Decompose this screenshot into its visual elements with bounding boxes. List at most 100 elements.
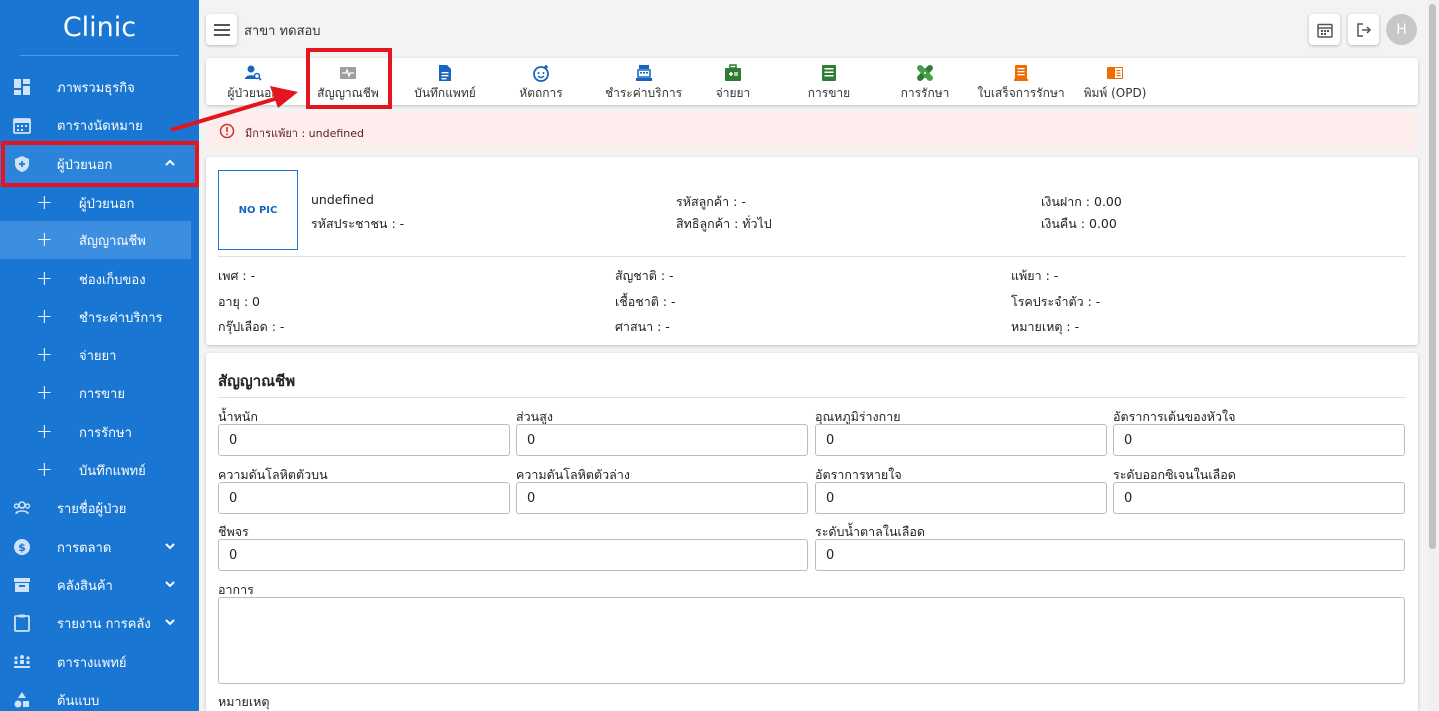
plus-icon: + [36,380,53,404]
patient-card: NO PIC undefined รหัสประชาชน : - รหัสลูก… [206,157,1418,345]
plus-icon: + [36,227,53,251]
plus-icon: + [36,304,53,328]
sidebar-subitem-payment[interactable]: + ชำระค่าบริการ [0,298,191,336]
sidebar-subitem-doctor-notes[interactable]: + บันทึกแพทย์ [0,451,191,489]
tool-outpatient[interactable]: ผู้ป่วยนอก [218,58,288,105]
divider [218,397,1406,398]
scrollbar-thumb[interactable] [1429,4,1436,549]
patient-search-icon [245,65,262,81]
avatar[interactable]: H [1386,14,1417,45]
tool-doctor-notes[interactable]: บันทึกแพทย์ [406,58,484,105]
sidebar-item-label: ภาพรวมธุรกิจ [57,80,135,96]
menu-button[interactable] [206,14,237,45]
dashboard-icon [14,79,30,95]
plus-icon: + [36,457,53,481]
sidebar-subitem-outpatient[interactable]: + ผู้ป่วยนอก [0,184,191,222]
oxygen-input[interactable]: 0 [1113,482,1405,514]
sidebar-item-appointments[interactable]: ตารางนัดหมาย [0,106,199,144]
tool-print-opd[interactable]: พิมพ์ (OPD) [1080,58,1150,105]
cashier-icon [635,65,652,81]
tool-procedure[interactable]: หัตถการ [506,58,576,105]
symptom-textarea[interactable] [218,597,1405,684]
respiratory-rate-input[interactable]: 0 [815,482,1107,514]
sidebar-item-label: ตารางแพทย์ [57,655,127,671]
plus-icon: + [36,342,53,366]
tool-payment[interactable]: ชำระค่าบริการ [596,58,691,105]
highlight-box [1,141,199,187]
vital-signs-card: สัญญาณชีพ น้ำหนัก 0 ส่วนสูง 0 อุณหภูมิร่… [206,353,1418,711]
citizen-id: รหัสประชาชน : - [311,216,405,231]
baby-face-icon [533,65,549,82]
sidebar-item-patients[interactable]: รายชื่อผู้ป่วย [0,489,199,527]
tool-dispense[interactable]: จ่ายยา [698,58,768,105]
chevron-down-icon [165,581,175,588]
sidebar-item-label: รายงาน การคลัง [57,616,151,632]
sidebar-subitem-label: ช่องเก็บของ [79,272,146,288]
pulse-input[interactable]: 0 [218,539,808,571]
systolic-input[interactable]: 0 [218,482,510,514]
tool-sales[interactable]: การขาย [794,58,864,105]
tool-treatment-receipt[interactable]: ใบเสร็จการรักษา [976,58,1066,105]
patient-photo: NO PIC [218,170,298,250]
tool-label: การรักษา [900,86,950,100]
divider [218,256,1406,257]
plus-icon: + [36,190,53,214]
tool-label: จ่ายยา [715,86,751,100]
main-content: สาขา ทดสอบ H ผู้ป่วยนอก สัญญาณชีพ บันทึก… [199,0,1439,711]
sidebar-subitem-label: สัญญาณชีพ [79,233,146,249]
sidebar-item-finance-report[interactable]: รายงาน การคลัง [0,604,199,642]
heart-rate-input[interactable]: 0 [1113,424,1405,456]
calendar-icon [13,118,31,134]
sidebar-item-doctor-schedule[interactable]: ตารางแพทย์ [0,643,199,681]
medkit-icon [725,64,741,81]
weight-input[interactable]: 0 [218,424,510,456]
age: อายุ : 0 [218,294,260,309]
logout-icon [1356,22,1371,37]
svg-text:$: $ [18,541,26,554]
branch-name: สาขา ทดสอบ [244,24,321,39]
highlight-box [306,48,392,109]
sidebar-item-overview[interactable]: ภาพรวมธุรกิจ [0,68,199,106]
patients-icon [13,501,31,515]
brand-divider [20,55,179,56]
sidebar-item-label: คลังสินค้า [57,578,113,594]
document-icon [439,65,451,81]
sidebar-item-label: รายชื่อผู้ป่วย [57,501,127,517]
calendar-icon [1316,23,1333,38]
sidebar-item-marketing[interactable]: $ การตลาด [0,528,199,566]
religion: ศาสนา : - [615,319,670,334]
blood-sugar-input[interactable]: 0 [815,539,1405,571]
scrollbar[interactable] [1427,0,1438,711]
drug-allergy: แพ้ยา : - [1011,268,1059,283]
sidebar-subitem-treatment[interactable]: + การรักษา [0,413,191,451]
bandage-icon [917,65,933,81]
sidebar-item-label: ต้นแบบ [57,693,100,709]
height-input[interactable]: 0 [516,424,808,456]
sidebar-subitem-storage[interactable]: + ช่องเก็บของ [0,260,191,298]
sidebar-subitem-dispense[interactable]: + จ่ายยา [0,336,191,374]
list-icon [822,65,836,81]
calendar-button[interactable] [1309,14,1340,45]
sidebar-subitem-vital-signs[interactable]: + สัญญาณชีพ [0,221,191,259]
customer-code: รหัสลูกค้า : - [676,194,746,209]
sidebar-item-template[interactable]: ต้นแบบ [0,681,199,711]
diastolic-input[interactable]: 0 [516,482,808,514]
tool-label: บันทึกแพทย์ [414,86,476,100]
receipt-icon [1014,65,1028,81]
logout-button[interactable] [1348,14,1379,45]
sidebar-subitem-label: บันทึกแพทย์ [79,463,146,479]
sidebar-item-inventory[interactable]: คลังสินค้า [0,566,199,604]
tool-label: ชำระค่าบริการ [604,86,683,100]
tool-treatment[interactable]: การรักษา [890,58,960,105]
deposit: เงินฝาก : 0.00 [1041,194,1122,209]
patient-note: หมายเหตุ : - [1011,319,1080,334]
sex: เพศ : - [218,268,256,283]
dollar-icon: $ [14,539,30,555]
doctors-icon [14,655,30,668]
customer-right: สิทธิลูกค้า : ทั่วไป [676,216,772,231]
chevron-down-icon [165,543,175,550]
sidebar-subitem-sales[interactable]: + การขาย [0,374,191,412]
temperature-input[interactable]: 0 [815,424,1107,456]
nationality: สัญชาติ : - [615,268,674,283]
archive-icon [14,578,30,592]
